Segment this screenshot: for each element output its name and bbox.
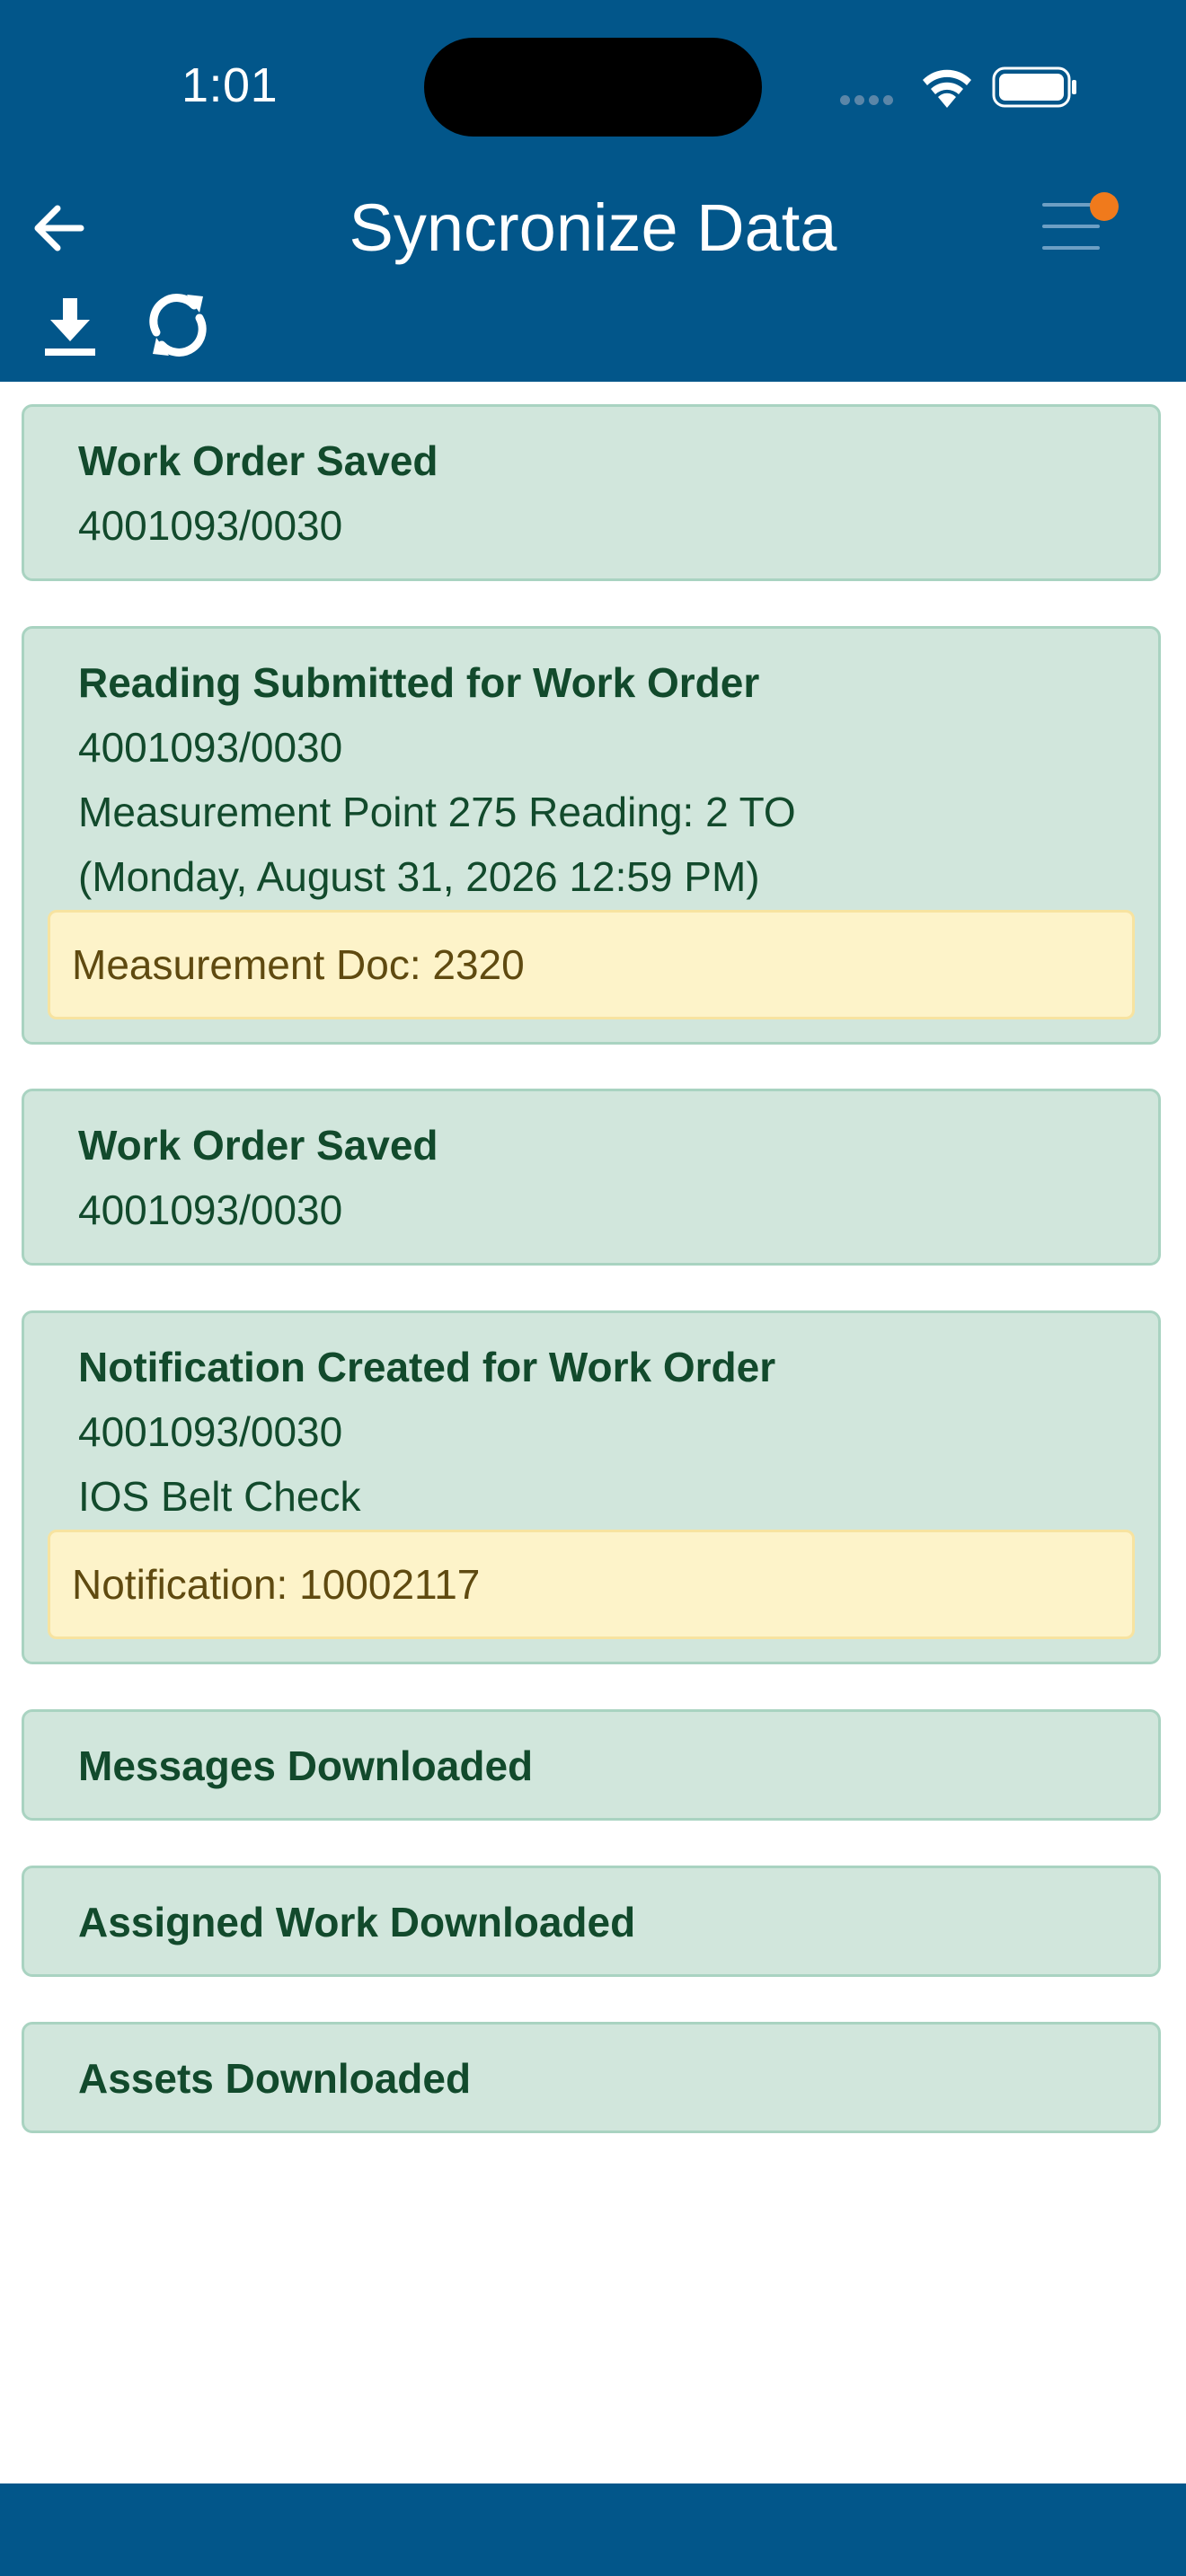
notification-description: IOS Belt Check: [78, 1473, 361, 1520]
card-title: Reading Submitted for Work Order: [78, 659, 760, 706]
card-title: Messages Downloaded: [78, 1742, 534, 1789]
back-button[interactable]: [27, 196, 92, 260]
work-order-number: 4001093/0030: [78, 502, 343, 549]
measurement-doc-note: Measurement Doc: 2320: [48, 910, 1135, 1019]
notification-number-note: Notification: 10002117: [48, 1530, 1135, 1639]
card-title: Work Order Saved: [78, 1122, 438, 1169]
card-title: Work Order Saved: [78, 437, 438, 484]
work-order-number: 4001093/0030: [78, 724, 343, 771]
sync-log-card-work-order-saved: Work Order Saved 4001093/0030: [22, 404, 1161, 581]
reading-timestamp: (Monday, August 31, 2026 12:59 PM): [78, 853, 760, 900]
bottom-bar: [0, 2483, 1186, 2576]
wifi-icon: [923, 69, 971, 108]
sync-log-card-assets-downloaded: Assets Downloaded: [22, 2022, 1161, 2133]
work-order-number: 4001093/0030: [78, 1187, 343, 1233]
download-button[interactable]: [40, 295, 101, 357]
notification-badge: [1090, 192, 1119, 221]
battery-icon: [992, 66, 1076, 108]
sync-log-card-reading-submitted: Reading Submitted for Work Order 4001093…: [22, 626, 1161, 1045]
cellular-signal-icon: [840, 93, 903, 105]
menu-button[interactable]: [1031, 190, 1121, 262]
dynamic-island: [424, 38, 762, 137]
work-order-number: 4001093/0030: [78, 1408, 343, 1455]
app-header: 1:01 Syncronize Data: [0, 0, 1186, 382]
card-title: Assigned Work Downloaded: [78, 1899, 636, 1945]
page-title: Syncronize Data: [349, 190, 837, 265]
sync-log-card-messages-downloaded: Messages Downloaded: [22, 1709, 1161, 1821]
card-title: Assets Downloaded: [78, 2055, 472, 2102]
status-time: 1:01: [181, 58, 279, 112]
sync-button[interactable]: [144, 289, 212, 361]
sync-log-card-notification-created: Notification Created for Work Order 4001…: [22, 1310, 1161, 1664]
card-title: Notification Created for Work Order: [78, 1344, 776, 1390]
measurement-reading: Measurement Point 275 Reading: 2 TO: [78, 789, 796, 835]
sync-log-card-work-order-saved: Work Order Saved 4001093/0030: [22, 1089, 1161, 1266]
sync-log-card-assigned-work-downloaded: Assigned Work Downloaded: [22, 1866, 1161, 1977]
